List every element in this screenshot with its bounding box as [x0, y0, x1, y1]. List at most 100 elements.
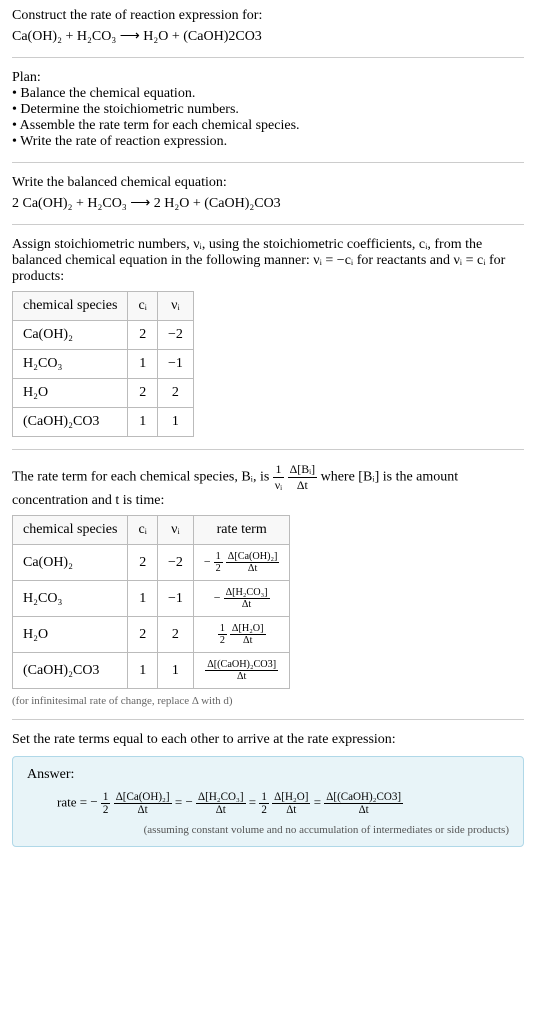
fraction: 1νᵢ — [273, 462, 284, 493]
rateterm-cell: Δ[(CaOH)₂CO3]Δt — [193, 653, 290, 689]
species-cell: H₂CO₃ — [13, 350, 128, 379]
title-section: Construct the rate of reaction expressio… — [12, 8, 524, 45]
delta-fraction: Δ[H₂O]Δt — [230, 623, 266, 646]
c-cell: 1 — [128, 350, 158, 379]
divider — [12, 719, 524, 720]
species-cell: Ca(OH)₂ — [13, 545, 128, 581]
delta-fraction: Δ[(CaOH)₂CO3]Δt — [205, 659, 278, 682]
species-cell: Ca(OH)₂ — [13, 321, 128, 350]
divider — [12, 224, 524, 225]
answer-box: Answer: rate = − 12 Δ[Ca(OH)₂]Δt = − Δ[H… — [12, 756, 524, 847]
coef-fraction: 12 — [218, 623, 227, 646]
col-header: chemical species — [13, 516, 128, 545]
delta-fraction: Δ[Ca(OH)₂]Δt — [226, 551, 280, 574]
plan-item: Balance the chemical equation. — [12, 86, 524, 102]
col-header: νᵢ — [157, 292, 193, 321]
col-header: cᵢ — [128, 516, 158, 545]
species-cell: H₂O — [13, 617, 128, 653]
c-cell: 2 — [128, 545, 158, 581]
rateterm-cell: − Δ[H₂CO₃]Δt — [193, 581, 290, 617]
c-cell: 1 — [128, 408, 158, 437]
divider — [12, 57, 524, 58]
page-title: Construct the rate of reaction expressio… — [12, 8, 524, 24]
table-row: Ca(OH)₂ 2 −2 − 12 Δ[Ca(OH)₂]Δt — [13, 545, 290, 581]
answer-term: Δ[(CaOH)₂CO3]Δt — [324, 794, 403, 809]
answer-term: − 12 Δ[Ca(OH)₂]Δt — [90, 794, 175, 809]
sign: − — [185, 794, 192, 809]
table-row: H₂O 2 2 12 Δ[H₂O]Δt — [13, 617, 290, 653]
plan-item: Write the rate of reaction expression. — [12, 134, 524, 150]
table-header-row: chemical species cᵢ νᵢ — [13, 292, 194, 321]
rateterm-cell: − 12 Δ[Ca(OH)₂]Δt — [193, 545, 290, 581]
c-cell: 2 — [128, 321, 158, 350]
delta-fraction: Δ[H₂O]Δt — [272, 791, 310, 816]
table-row: (CaOH)₂CO3 1 1 — [13, 408, 194, 437]
v-cell: −2 — [157, 321, 193, 350]
rate-label: rate = — [57, 794, 90, 809]
divider — [12, 162, 524, 163]
table-row: H₂CO₃ 1 −1 − Δ[H₂CO₃]Δt — [13, 581, 290, 617]
delta-fraction: Δ[H₂CO₃]Δt — [196, 791, 246, 816]
c-cell: 1 — [128, 653, 158, 689]
col-header: cᵢ — [128, 292, 158, 321]
fraction: Δ[Bᵢ]Δt — [288, 462, 317, 493]
table-row: H₂O 2 2 — [13, 379, 194, 408]
delta-fraction: Δ[H₂CO₃]Δt — [224, 587, 270, 610]
rateterm-section: The rate term for each chemical species,… — [12, 462, 524, 707]
v-cell: −1 — [157, 581, 193, 617]
col-header: chemical species — [13, 292, 128, 321]
plan-list: Balance the chemical equation. Determine… — [12, 86, 524, 150]
v-cell: 1 — [157, 653, 193, 689]
sign: − — [204, 554, 211, 568]
stoich-section: Assign stoichiometric numbers, νᵢ, using… — [12, 237, 524, 437]
delta-fraction: Δ[(CaOH)₂CO3]Δt — [324, 791, 403, 816]
final-heading: Set the rate terms equal to each other t… — [12, 732, 524, 748]
table-row: Ca(OH)₂ 2 −2 — [13, 321, 194, 350]
plan-item: Assemble the rate term for each chemical… — [12, 118, 524, 134]
table-row: H₂CO₃ 1 −1 — [13, 350, 194, 379]
table-header-row: chemical species cᵢ νᵢ rate term — [13, 516, 290, 545]
balanced-section: Write the balanced chemical equation: 2 … — [12, 175, 524, 212]
rateterm-prefix: The rate term for each chemical species,… — [12, 470, 273, 485]
answer-term: − Δ[H₂CO₃]Δt — [185, 794, 248, 809]
coef-fraction: 12 — [214, 551, 223, 574]
species-cell: (CaOH)₂CO3 — [13, 408, 128, 437]
answer-equation: rate = − 12 Δ[Ca(OH)₂]Δt = − Δ[H₂CO₃]Δt … — [27, 791, 509, 816]
table-row: (CaOH)₂CO3 1 1 Δ[(CaOH)₂CO3]Δt — [13, 653, 290, 689]
species-cell: (CaOH)₂CO3 — [13, 653, 128, 689]
final-section: Set the rate terms equal to each other t… — [12, 732, 524, 748]
rateterm-text: The rate term for each chemical species,… — [12, 462, 524, 509]
sign: − — [214, 590, 221, 604]
c-cell: 2 — [128, 379, 158, 408]
col-header: rate term — [193, 516, 290, 545]
v-cell: 2 — [157, 379, 193, 408]
v-cell: 1 — [157, 408, 193, 437]
stoich-text: Assign stoichiometric numbers, νᵢ, using… — [12, 237, 524, 285]
plan-item: Determine the stoichiometric numbers. — [12, 102, 524, 118]
c-cell: 2 — [128, 617, 158, 653]
answer-label: Answer: — [27, 767, 509, 783]
plan-heading: Plan: — [12, 70, 524, 86]
coef-fraction: 12 — [259, 791, 269, 816]
answer-term: 12 Δ[H₂O]Δt — [259, 794, 313, 809]
initial-equation: Ca(OH)₂ + H₂CO₃ ⟶ H₂O + (CaOH)2CO3 — [12, 28, 524, 45]
balanced-equation: 2 Ca(OH)₂ + H₂CO₃ ⟶ 2 H₂O + (CaOH)₂CO3 — [12, 195, 524, 212]
plan-section: Plan: Balance the chemical equation. Det… — [12, 70, 524, 150]
balanced-heading: Write the balanced chemical equation: — [12, 175, 524, 191]
species-cell: H₂CO₃ — [13, 581, 128, 617]
delta-fraction: Δ[Ca(OH)₂]Δt — [114, 791, 172, 816]
v-cell: −1 — [157, 350, 193, 379]
sign: − — [90, 794, 97, 809]
v-cell: 2 — [157, 617, 193, 653]
rateterm-note: (for infinitesimal rate of change, repla… — [12, 695, 524, 707]
coef-fraction: 12 — [101, 791, 111, 816]
v-cell: −2 — [157, 545, 193, 581]
rateterm-table: chemical species cᵢ νᵢ rate term Ca(OH)₂… — [12, 515, 290, 689]
divider — [12, 449, 524, 450]
answer-note: (assuming constant volume and no accumul… — [27, 824, 509, 836]
species-cell: H₂O — [13, 379, 128, 408]
rateterm-cell: 12 Δ[H₂O]Δt — [193, 617, 290, 653]
rateterm-formula: 1νᵢ Δ[Bᵢ]Δt — [273, 470, 321, 485]
stoich-table: chemical species cᵢ νᵢ Ca(OH)₂ 2 −2 H₂CO… — [12, 291, 194, 437]
col-header: νᵢ — [157, 516, 193, 545]
